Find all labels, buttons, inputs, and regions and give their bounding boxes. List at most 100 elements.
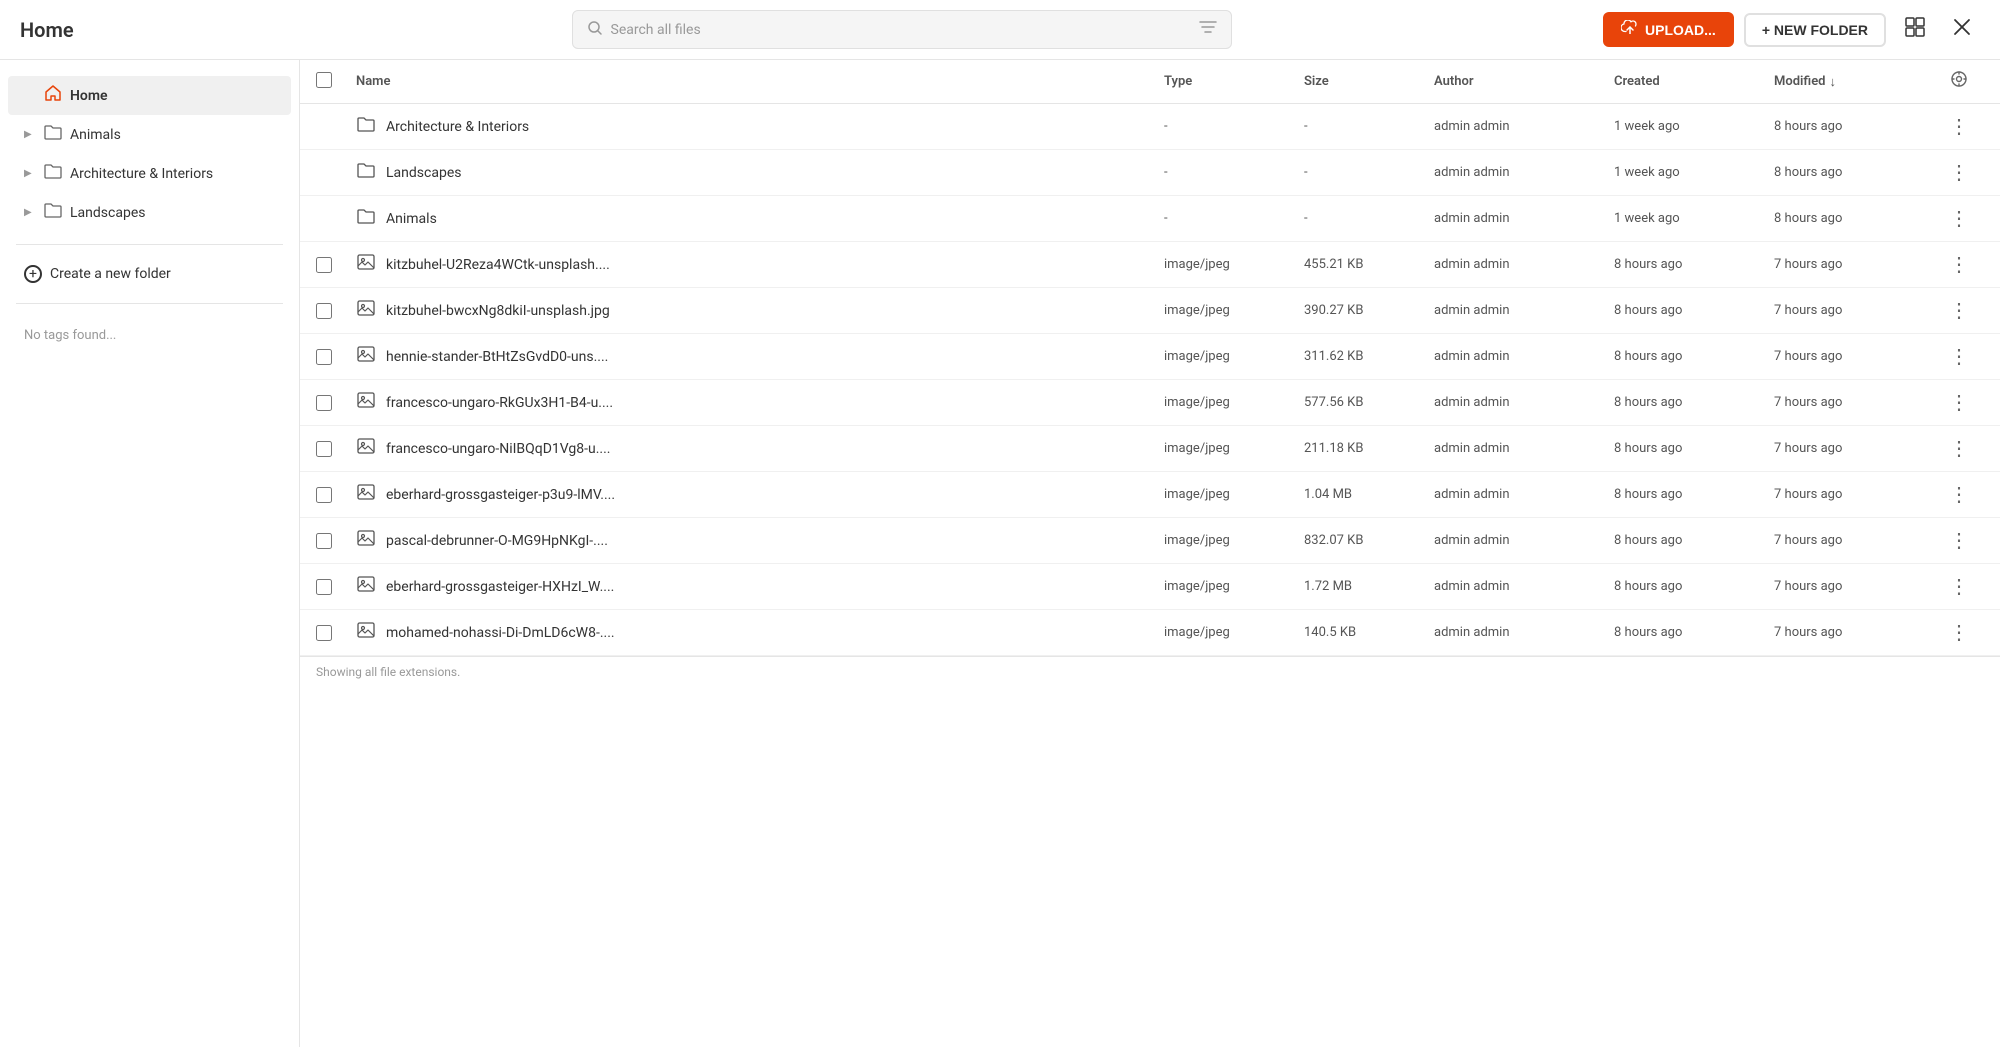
row-created: 8 hours ago bbox=[1614, 395, 1774, 410]
table-row: pascal-debrunner-O-MG9HpNKgI-.... image/… bbox=[300, 518, 2000, 564]
row-author: admin admin bbox=[1434, 211, 1614, 226]
row-author: admin admin bbox=[1434, 487, 1614, 502]
file-name[interactable]: Animals bbox=[386, 211, 437, 227]
row-checkbox[interactable] bbox=[316, 625, 356, 641]
folder-icon bbox=[356, 160, 376, 185]
close-button[interactable] bbox=[1944, 13, 1980, 47]
row-name: Animals bbox=[356, 206, 1164, 231]
row-type: - bbox=[1164, 119, 1304, 134]
row-modified: 7 hours ago bbox=[1774, 533, 1934, 548]
row-modified: 7 hours ago bbox=[1774, 303, 1934, 318]
col-modified-header[interactable]: Modified ↓ bbox=[1774, 74, 1934, 90]
row-name: Landscapes bbox=[356, 160, 1164, 185]
row-created: 1 week ago bbox=[1614, 165, 1774, 180]
file-name[interactable]: kitzbuhel-bwcxNg8dkiI-unsplash.jpg bbox=[386, 303, 610, 319]
row-checkbox[interactable] bbox=[316, 395, 356, 411]
file-checkbox[interactable] bbox=[316, 625, 332, 641]
row-checkbox[interactable] bbox=[316, 349, 356, 365]
col-type-header: Type bbox=[1164, 74, 1304, 89]
file-name[interactable]: pascal-debrunner-O-MG9HpNKgI-.... bbox=[386, 533, 608, 549]
sidebar-architecture-label: Architecture & Interiors bbox=[70, 166, 213, 182]
row-more-button[interactable]: ⋮ bbox=[1949, 117, 1969, 137]
row-name: eberhard-grossgasteiger-p3u9-lMV.... bbox=[356, 482, 1164, 507]
sidebar-item-landscapes[interactable]: ▶ Landscapes bbox=[8, 193, 291, 232]
row-checkbox[interactable] bbox=[316, 579, 356, 595]
row-checkbox[interactable] bbox=[316, 257, 356, 273]
select-all-checkbox[interactable] bbox=[316, 72, 332, 88]
row-more-button[interactable]: ⋮ bbox=[1949, 209, 1969, 229]
row-actions: ⋮ bbox=[1934, 163, 1984, 183]
file-checkbox[interactable] bbox=[316, 441, 332, 457]
row-type: image/jpeg bbox=[1164, 257, 1304, 272]
row-name: francesco-ungaro-NiIBQqD1Vg8-u.... bbox=[356, 436, 1164, 461]
file-name[interactable]: mohamed-nohassi-Di-DmLD6cW8-.... bbox=[386, 625, 615, 641]
filter-button[interactable] bbox=[1199, 19, 1217, 40]
folder-icon bbox=[44, 123, 62, 146]
file-name[interactable]: eberhard-grossgasteiger-p3u9-lMV.... bbox=[386, 487, 615, 503]
row-more-button[interactable]: ⋮ bbox=[1949, 623, 1969, 643]
file-checkbox[interactable] bbox=[316, 533, 332, 549]
row-author: admin admin bbox=[1434, 533, 1614, 548]
row-name: pascal-debrunner-O-MG9HpNKgI-.... bbox=[356, 528, 1164, 553]
col-name-header: Name bbox=[356, 74, 1164, 89]
file-checkbox[interactable] bbox=[316, 395, 332, 411]
file-checkbox[interactable] bbox=[316, 487, 332, 503]
row-checkbox[interactable] bbox=[316, 441, 356, 457]
table-row: Architecture & Interiors - - admin admin… bbox=[300, 104, 2000, 150]
file-name[interactable]: hennie-stander-BtHtZsGvdD0-uns.... bbox=[386, 349, 608, 365]
file-name[interactable]: Architecture & Interiors bbox=[386, 119, 529, 135]
grid-view-button[interactable] bbox=[1896, 12, 1934, 48]
upload-button[interactable]: UPLOAD... bbox=[1603, 12, 1734, 47]
row-actions: ⋮ bbox=[1934, 577, 1984, 597]
image-file-icon bbox=[356, 620, 376, 645]
file-checkbox[interactable] bbox=[316, 349, 332, 365]
file-checkbox[interactable] bbox=[316, 579, 332, 595]
row-more-button[interactable]: ⋮ bbox=[1949, 301, 1969, 321]
file-checkbox[interactable] bbox=[316, 257, 332, 273]
table-row: kitzbuhel-U2Reza4WCtk-unsplash.... image… bbox=[300, 242, 2000, 288]
sort-arrow-icon: ↓ bbox=[1830, 74, 1837, 90]
new-folder-button[interactable]: + NEW FOLDER bbox=[1744, 13, 1886, 47]
file-rows-container: Architecture & Interiors - - admin admin… bbox=[300, 104, 2000, 656]
row-actions: ⋮ bbox=[1934, 439, 1984, 459]
sidebar-item-architecture[interactable]: ▶ Architecture & Interiors bbox=[8, 154, 291, 193]
sidebar-animals-label: Animals bbox=[70, 127, 121, 143]
row-checkbox[interactable] bbox=[316, 487, 356, 503]
file-checkbox[interactable] bbox=[316, 303, 332, 319]
row-name: eberhard-grossgasteiger-HXHzI_W.... bbox=[356, 574, 1164, 599]
row-more-button[interactable]: ⋮ bbox=[1949, 577, 1969, 597]
row-more-button[interactable]: ⋮ bbox=[1949, 393, 1969, 413]
file-name[interactable]: eberhard-grossgasteiger-HXHzI_W.... bbox=[386, 579, 614, 595]
table-row: eberhard-grossgasteiger-HXHzI_W.... imag… bbox=[300, 564, 2000, 610]
column-settings-button[interactable] bbox=[1950, 70, 1968, 93]
col-author-header: Author bbox=[1434, 74, 1614, 89]
folder-icon bbox=[356, 206, 376, 231]
row-size: 577.56 KB bbox=[1304, 395, 1434, 410]
create-folder-button[interactable]: + Create a new folder bbox=[8, 257, 291, 291]
file-name[interactable]: kitzbuhel-U2Reza4WCtk-unsplash.... bbox=[386, 257, 610, 273]
sidebar-home-label: Home bbox=[70, 88, 108, 104]
sidebar-item-animals[interactable]: ▶ Animals bbox=[8, 115, 291, 154]
row-checkbox[interactable] bbox=[316, 533, 356, 549]
table-row: kitzbuhel-bwcxNg8dkiI-unsplash.jpg image… bbox=[300, 288, 2000, 334]
row-more-button[interactable]: ⋮ bbox=[1949, 531, 1969, 551]
image-file-icon bbox=[356, 482, 376, 507]
row-checkbox[interactable] bbox=[316, 303, 356, 319]
row-more-button[interactable]: ⋮ bbox=[1949, 255, 1969, 275]
row-more-button[interactable]: ⋮ bbox=[1949, 347, 1969, 367]
search-bar[interactable]: Search all files bbox=[572, 10, 1232, 49]
row-created: 1 week ago bbox=[1614, 211, 1774, 226]
file-name[interactable]: francesco-ungaro-NiIBQqD1Vg8-u.... bbox=[386, 441, 611, 457]
row-more-button[interactable]: ⋮ bbox=[1949, 485, 1969, 505]
row-actions: ⋮ bbox=[1934, 117, 1984, 137]
row-author: admin admin bbox=[1434, 303, 1614, 318]
row-modified: 7 hours ago bbox=[1774, 441, 1934, 456]
sidebar-item-home[interactable]: Home bbox=[8, 76, 291, 115]
file-list: Name Type Size Author Created Modified ↓ bbox=[300, 60, 2000, 1047]
search-icon bbox=[587, 20, 603, 40]
row-more-button[interactable]: ⋮ bbox=[1949, 163, 1969, 183]
file-name[interactable]: francesco-ungaro-RkGUx3H1-B4-u.... bbox=[386, 395, 613, 411]
row-more-button[interactable]: ⋮ bbox=[1949, 439, 1969, 459]
file-name[interactable]: Landscapes bbox=[386, 165, 461, 181]
upload-label: UPLOAD... bbox=[1645, 22, 1716, 38]
